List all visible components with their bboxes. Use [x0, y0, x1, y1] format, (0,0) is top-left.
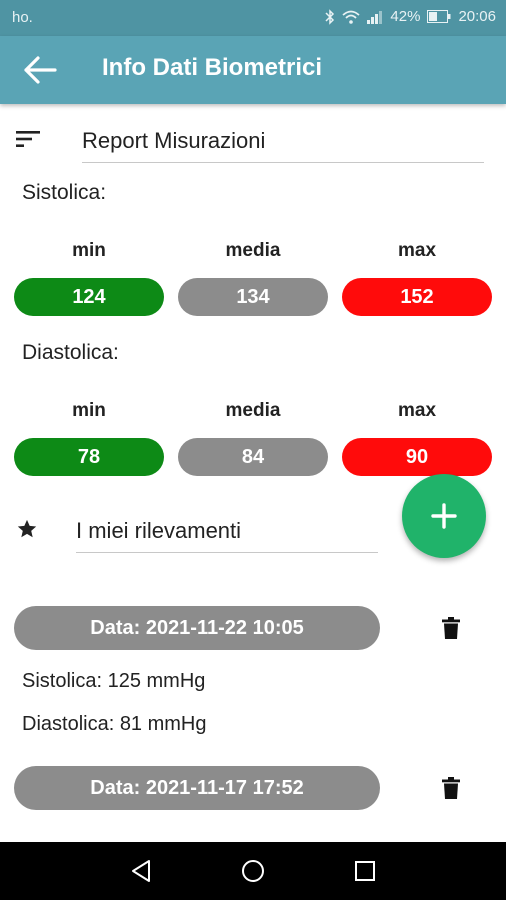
stat-caption: max [397, 240, 437, 261]
delete-reading-button[interactable] [438, 773, 464, 803]
stat-value-pill: 84 [178, 438, 328, 476]
diastolic-media: media 84 [178, 400, 328, 476]
systolic-label: Sistolica: [22, 181, 107, 204]
page-title: Info Dati Biometrici [102, 54, 323, 81]
stat-value-pill: 78 [14, 438, 164, 476]
diastolic-max: max 90 [342, 400, 492, 476]
clock-time: 20:06 [458, 8, 496, 25]
status-bar: ho. 42% 20:06 [0, 0, 506, 36]
stat-value-pill: 152 [342, 278, 492, 316]
signal-icon [367, 10, 383, 24]
stat-caption: media [225, 400, 281, 421]
systolic-max: max 152 [342, 240, 492, 316]
arrow-left-icon [23, 55, 57, 85]
diastolic-label: Diastolica: [22, 341, 119, 364]
diastolic-min: min 78 [14, 400, 164, 476]
delete-reading-button[interactable] [438, 613, 464, 643]
stat-value-pill: 124 [14, 278, 164, 316]
sort-icon [16, 130, 42, 153]
systolic-min: min 124 [14, 240, 164, 316]
nav-home-button[interactable] [238, 856, 268, 886]
reading-date-pill[interactable]: Data: 2021-11-22 10:05 [14, 606, 380, 650]
home-circle-icon [241, 859, 265, 883]
my-readings-title: I miei rilevamenti [76, 518, 378, 553]
add-reading-button[interactable] [402, 474, 486, 558]
systolic-stats: min 124 media 134 max 152 [14, 240, 492, 316]
battery-percent: 42% [390, 8, 421, 25]
bluetooth-icon [325, 8, 335, 25]
report-title: Report Misurazioni [82, 128, 484, 163]
plus-icon [430, 502, 458, 530]
diastolic-stats: min 78 media 84 max 90 [14, 400, 492, 476]
reading-systolic: Sistolica: 125 mmHg [22, 670, 206, 692]
stat-caption: media [225, 240, 281, 261]
nav-back-button[interactable] [126, 856, 156, 886]
recents-square-icon [354, 860, 376, 882]
reading-diastolic: Diastolica: 81 mmHg [22, 713, 207, 735]
system-nav-bar [0, 842, 506, 900]
star-icon [16, 518, 38, 545]
app-bar: Info Dati Biometrici [0, 36, 506, 104]
stat-caption: min [72, 400, 106, 421]
stat-caption: max [397, 400, 437, 421]
back-button[interactable] [20, 50, 60, 90]
carrier-name: ho. [12, 9, 33, 26]
reading-date-pill[interactable]: Data: 2021-11-17 17:52 [14, 766, 380, 810]
trash-icon [442, 617, 460, 639]
stat-value-pill: 134 [178, 278, 328, 316]
wifi-icon [342, 10, 361, 24]
stat-caption: min [72, 240, 106, 261]
nav-recents-button[interactable] [350, 856, 380, 886]
back-triangle-icon [130, 859, 152, 883]
trash-icon [442, 777, 460, 799]
systolic-media: media 134 [178, 240, 328, 316]
battery-icon [427, 10, 451, 23]
stat-value-pill: 90 [342, 438, 492, 476]
